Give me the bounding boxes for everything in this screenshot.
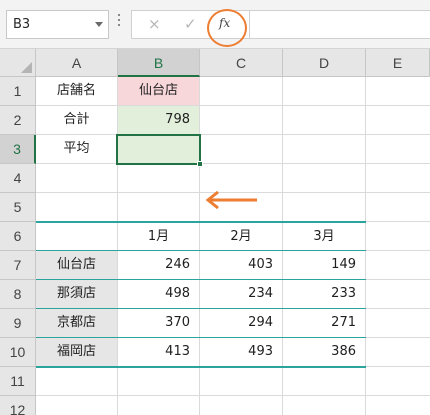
row-header-10[interactable]: 10 [0, 338, 36, 367]
row-header-12[interactable]: 12 [0, 396, 36, 415]
name-box-value: B3 [13, 17, 31, 32]
fill-handle[interactable] [197, 161, 203, 167]
cell-b10[interactable]: 413 [118, 338, 199, 366]
table-bottom-border [36, 366, 366, 368]
cell-c6[interactable]: 2月 [200, 223, 282, 251]
fx-highlight-circle [207, 9, 247, 47]
cell-c9[interactable]: 294 [200, 309, 282, 337]
column-header-a[interactable]: A [36, 49, 118, 77]
column-header-e[interactable]: E [366, 49, 430, 77]
enter-icon[interactable]: ✓ [184, 15, 197, 33]
cell-d8[interactable]: 233 [283, 280, 365, 308]
row-header-5[interactable]: 5 [0, 193, 36, 222]
cell-c10[interactable]: 493 [200, 338, 282, 366]
cell-a3[interactable]: 平均 [36, 135, 117, 163]
row-header-6[interactable]: 6 [0, 222, 36, 251]
cell-a9[interactable]: 京都店 [36, 309, 117, 337]
row-header-4[interactable]: 4 [0, 164, 36, 193]
cell-a10[interactable]: 福岡店 [36, 338, 117, 366]
arrow-left-icon [205, 190, 257, 210]
cell-c7[interactable]: 403 [200, 251, 282, 279]
row-header-8[interactable]: 8 [0, 280, 36, 309]
cell-a7[interactable]: 仙台店 [36, 251, 117, 279]
cell-b2[interactable]: 798 [118, 106, 199, 134]
row-header-11[interactable]: 11 [0, 367, 36, 396]
cell-b6[interactable]: 1月 [118, 223, 199, 251]
cell-b1[interactable]: 仙台店 [118, 77, 199, 105]
cell-a1[interactable]: 店舗名 [36, 77, 117, 105]
spreadsheet-grid: A B C D E 1 2 3 4 5 6 7 8 9 10 11 12 店舗名… [0, 49, 430, 415]
cancel-icon[interactable]: × [148, 15, 161, 33]
cell-d7[interactable]: 149 [283, 251, 365, 279]
cell-d9[interactable]: 271 [283, 309, 365, 337]
column-header-c[interactable]: C [200, 49, 283, 77]
row-header-1[interactable]: 1 [0, 77, 36, 106]
name-box[interactable]: B3 [6, 10, 109, 39]
chevron-down-icon[interactable] [95, 22, 103, 27]
row-header-2[interactable]: 2 [0, 106, 36, 135]
cell-b9[interactable]: 370 [118, 309, 199, 337]
drag-handle[interactable] [118, 14, 121, 34]
row-header-7[interactable]: 7 [0, 251, 36, 280]
cell-b8[interactable]: 498 [118, 280, 199, 308]
formula-input[interactable] [249, 10, 430, 39]
row-header-3[interactable]: 3 [0, 135, 36, 164]
cell-b7[interactable]: 246 [118, 251, 199, 279]
row-header-9[interactable]: 9 [0, 309, 36, 338]
cell-d6[interactable]: 3月 [283, 223, 365, 251]
cell-a2[interactable]: 合計 [36, 106, 117, 134]
cell-d10[interactable]: 386 [283, 338, 365, 366]
cell-c8[interactable]: 234 [200, 280, 282, 308]
select-all-button[interactable] [0, 49, 36, 77]
column-header-b[interactable]: B [118, 49, 200, 77]
column-header-d[interactable]: D [283, 49, 366, 77]
cell-a8[interactable]: 那須店 [36, 280, 117, 308]
active-cell-selection[interactable] [116, 134, 201, 165]
formula-bar: B3 × ✓ fx [0, 0, 430, 49]
